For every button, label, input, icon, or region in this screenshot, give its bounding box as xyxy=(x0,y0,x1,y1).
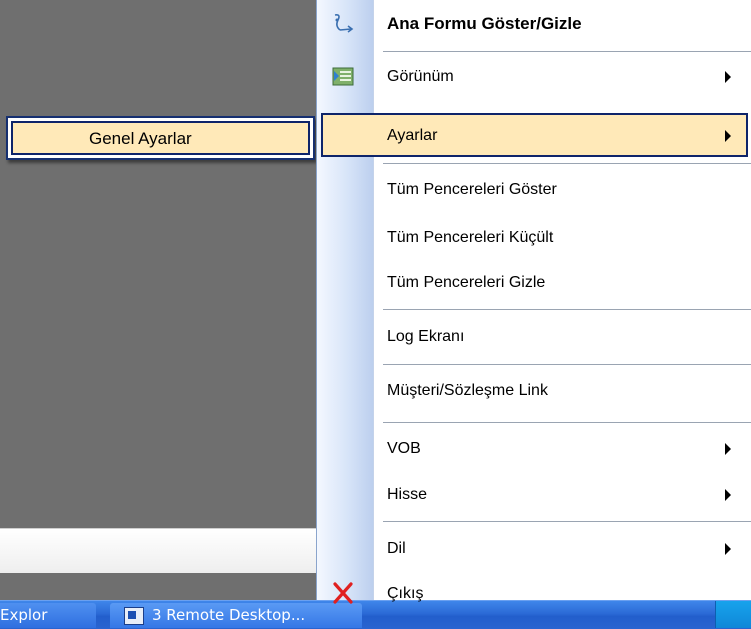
menu-item-hisse[interactable]: Hisse xyxy=(317,471,751,519)
menu-item-show-all-windows[interactable]: Tüm Pencereleri Göster xyxy=(317,166,751,214)
menu-item-label: Log Ekranı xyxy=(387,328,465,345)
menu-item-label: Müşteri/Sözleşme Link xyxy=(387,382,548,399)
view-icon xyxy=(332,67,354,86)
menu-separator xyxy=(383,51,751,52)
menu-item-hide-all-windows[interactable]: Tüm Pencereleri Gizle xyxy=(317,259,751,307)
menu-separator xyxy=(383,422,751,423)
menu-item-exit[interactable]: Çıkış xyxy=(317,570,751,618)
menu-item-label: Dil xyxy=(387,540,406,557)
remote-desktop-icon xyxy=(124,607,144,625)
taskbar-button-explorer[interactable]: Explor xyxy=(0,603,96,628)
form-toggle-icon xyxy=(334,14,354,33)
menu-item-label: Ayarlar xyxy=(387,127,438,144)
menu-item-label: Çıkış xyxy=(387,585,424,602)
submenu-arrow-icon xyxy=(725,130,731,142)
context-menu: Ana Formu Göster/Gizle Görünüm Ayarlar T… xyxy=(316,0,751,604)
menu-item-label: Görünüm xyxy=(387,68,454,85)
menu-item-dil[interactable]: Dil xyxy=(317,525,751,573)
taskbar-button-label: Explor xyxy=(0,606,48,624)
menu-item-label: Ana Formu Göster/Gizle xyxy=(387,14,582,33)
menu-item-gorunum[interactable]: Görünüm xyxy=(317,53,751,101)
submenu-arrow-icon xyxy=(725,543,731,555)
exit-x-icon xyxy=(333,582,353,604)
submenu-item-genel-ayarlar[interactable]: Genel Ayarlar xyxy=(11,121,310,155)
submenu-item-label: Genel Ayarlar xyxy=(89,129,192,148)
menu-item-log-screen[interactable]: Log Ekranı xyxy=(317,313,751,361)
menu-item-toggle-main-form[interactable]: Ana Formu Göster/Gizle xyxy=(317,0,751,48)
menu-separator xyxy=(383,163,751,164)
taskbar-button-label: 3 Remote Desktop... xyxy=(152,606,306,624)
menu-item-label: Tüm Pencereleri Gizle xyxy=(387,274,546,291)
menu-item-vob[interactable]: VOB xyxy=(317,425,751,473)
menu-separator xyxy=(383,309,751,310)
menu-item-label: VOB xyxy=(387,440,421,457)
menu-item-minimize-all-windows[interactable]: Tüm Pencereleri Küçült xyxy=(317,214,751,262)
menu-item-label: Tüm Pencereleri Küçült xyxy=(387,229,554,246)
menu-item-highlight xyxy=(321,113,748,157)
submenu-arrow-icon xyxy=(725,71,731,83)
menu-item-customer-contract-link[interactable]: Müşteri/Sözleşme Link xyxy=(317,367,751,415)
menu-separator xyxy=(383,364,751,365)
submenu-arrow-icon xyxy=(725,489,731,501)
menu-item-label: Tüm Pencereleri Göster xyxy=(387,181,557,198)
menu-item-label: Hisse xyxy=(387,486,428,503)
menu-item-ayarlar[interactable]: Ayarlar xyxy=(317,112,751,160)
menu-separator xyxy=(383,521,751,522)
submenu-arrow-icon xyxy=(725,443,731,455)
settings-submenu: Genel Ayarlar xyxy=(6,116,315,160)
